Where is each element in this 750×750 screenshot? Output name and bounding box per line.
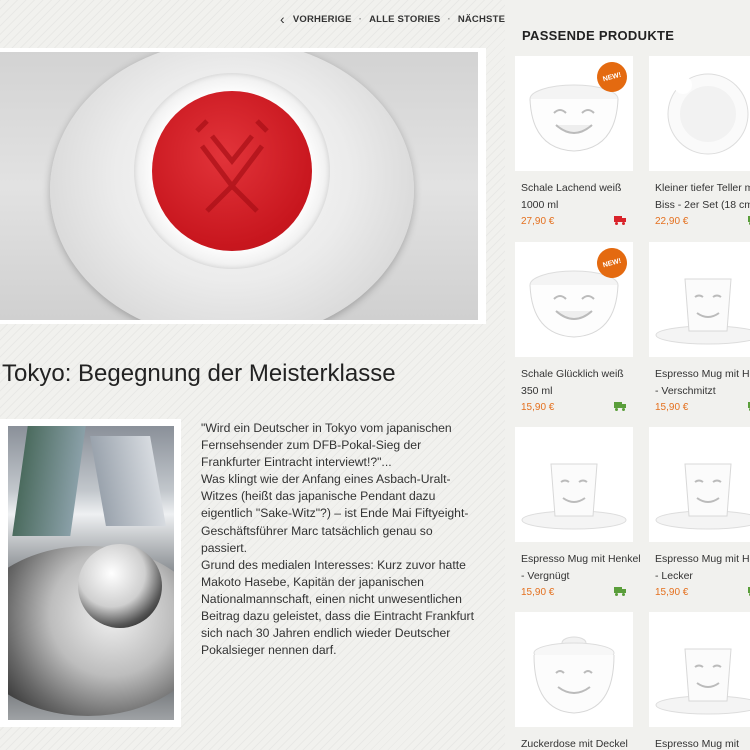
product-image[interactable]: NEW! <box>515 56 633 171</box>
product-name[interactable]: Schale Lachend weiß 1000 ml <box>515 180 641 214</box>
delivery-truck-icon <box>614 587 627 599</box>
story-navigation: ‹ VORHERIGE · ALLE STORIES · NÄCHSTE › <box>280 12 518 26</box>
product-card[interactable]: NEW! Schale Glücklich weiß 350 ml 15,90 € <box>515 242 641 413</box>
story-paragraph: Grund des medialen Interesses: Kurz zuvo… <box>201 557 475 658</box>
product-image[interactable] <box>649 427 750 542</box>
product-price: 15,90 € <box>515 402 641 413</box>
all-stories-link[interactable]: ALLE STORIES <box>369 14 440 25</box>
product-name[interactable]: Zuckerdose mit Deckel <box>515 736 641 750</box>
product-price: 22,90 € <box>649 216 750 227</box>
product-name[interactable]: Espresso Mug mit <box>649 736 750 750</box>
product-card[interactable]: Espresso Mug mit Henkel - Verschmitzt 15,… <box>649 242 750 413</box>
product-name[interactable]: Espresso Mug mit Henkel - Lecker <box>649 551 750 585</box>
product-price: 27,90 € <box>515 216 641 227</box>
product-card[interactable]: Espresso Mug mit Henkel - Lecker 15,90 € <box>649 427 750 598</box>
product-card[interactable]: Kleiner tiefer Teller mit Biss - 2er Set… <box>649 56 750 227</box>
delivery-truck-icon <box>614 216 627 228</box>
products-heading: PASSENDE PRODUKTE <box>522 28 675 43</box>
saucer-image <box>50 52 414 320</box>
product-price: 15,90 € <box>649 587 750 598</box>
next-story-link[interactable]: NÄCHSTE <box>458 14 505 25</box>
product-card[interactable]: Zuckerdose mit Deckel <box>515 612 641 750</box>
product-price: 15,90 € <box>515 587 641 598</box>
product-image[interactable] <box>649 242 750 357</box>
chevron-left-icon[interactable]: ‹ <box>280 12 285 26</box>
nav-separator: · <box>447 13 451 25</box>
product-price: 15,90 € <box>649 402 750 413</box>
product-name[interactable]: Espresso Mug mit Henkel - Vergnügt <box>515 551 641 585</box>
product-image[interactable] <box>515 427 633 542</box>
product-image[interactable] <box>649 612 750 727</box>
story-paragraph: "Wird ein Deutscher in Tokyo vom japanis… <box>201 421 452 470</box>
products-sidebar: PASSENDE PRODUKTE NEW! Schale Lachend wei… <box>505 0 750 750</box>
story-body: "Wird ein Deutscher in Tokyo vom japanis… <box>201 420 476 659</box>
product-image[interactable] <box>649 56 750 171</box>
product-card[interactable]: Espresso Mug mit <box>649 612 750 750</box>
story-title: Tokyo: Begegnung der Meisterklasse <box>2 360 396 387</box>
hero-image <box>0 48 486 324</box>
story-column: ‹ VORHERIGE · ALLE STORIES · NÄCHSTE › <box>0 0 518 750</box>
product-card[interactable]: Espresso Mug mit Henkel - Vergnügt 15,90 … <box>515 427 641 598</box>
product-name[interactable]: Schale Glücklich weiß 350 ml <box>515 366 641 400</box>
product-name[interactable]: Kleiner tiefer Teller mit Biss - 2er Set… <box>649 180 750 214</box>
product-card[interactable]: NEW! Schale Lachend weiß 1000 ml 27,90 € <box>515 56 641 227</box>
product-image[interactable]: NEW! <box>515 242 633 357</box>
story-paragraph: Was klingt wie der Anfang eines Asbach-U… <box>201 472 469 555</box>
product-image[interactable] <box>515 612 633 727</box>
prev-story-link[interactable]: VORHERIGE <box>293 14 352 25</box>
story-photo <box>0 419 181 727</box>
delivery-truck-icon <box>614 402 627 414</box>
nav-separator: · <box>358 13 363 25</box>
eintracht-logo-cup <box>152 91 312 251</box>
product-name[interactable]: Espresso Mug mit Henkel - Verschmitzt <box>649 366 750 400</box>
